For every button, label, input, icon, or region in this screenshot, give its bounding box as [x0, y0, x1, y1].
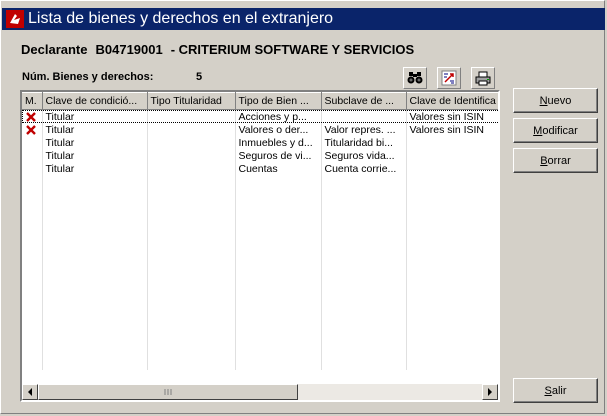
table-cell: Seguros de vi...	[235, 149, 322, 162]
table-row[interactable]: Titular Inmuebles y d... Titularidad bi.…	[22, 136, 498, 149]
modificar-accesskey: M	[533, 124, 543, 137]
table-cell: Titular	[42, 123, 148, 136]
table-cell: Valores sin ISIN	[406, 109, 498, 123]
table-cell: Acciones y p...	[235, 109, 322, 123]
scroll-right-button[interactable]	[482, 384, 498, 400]
modificar-label: odificar	[542, 124, 578, 137]
scroll-thumb[interactable]	[38, 384, 298, 400]
mark-cell	[22, 109, 43, 123]
search-button[interactable]	[403, 67, 427, 89]
salir-accesskey: S	[544, 384, 552, 397]
scroll-track[interactable]	[38, 384, 482, 400]
assets-table: M. Clave de condició... Tipo Titularidad…	[22, 92, 498, 370]
table-cell: Titular	[42, 162, 148, 175]
borrar-label: orrar	[547, 154, 571, 167]
declarante-code: B04719001	[95, 42, 163, 57]
table-cell	[147, 123, 236, 136]
table-cell	[147, 162, 236, 175]
table-cell: Inmuebles y d...	[235, 136, 322, 149]
print-button[interactable]	[471, 67, 495, 89]
table-cell: Valor repres. ...	[321, 123, 407, 136]
count-label: Núm. Bienes y derechos:	[22, 71, 154, 83]
scroll-left-button[interactable]	[22, 384, 38, 400]
table-cell	[406, 136, 498, 149]
column-header[interactable]: Clave de Identifica	[406, 92, 498, 110]
table-cell	[406, 149, 498, 162]
table-cell	[147, 149, 236, 162]
delete-mark-icon	[26, 124, 36, 135]
table-cell: Valores o der...	[235, 123, 322, 136]
horizontal-scrollbar[interactable]	[22, 384, 498, 400]
table-cell: Cuenta corrie...	[321, 162, 407, 175]
print-icon	[475, 71, 491, 85]
borrar-button[interactable]: Borrar	[513, 148, 598, 173]
nuevo-accesskey: N	[539, 94, 548, 107]
arrow-right-icon	[488, 388, 492, 396]
arrow-left-icon	[28, 388, 32, 396]
mark-cell	[22, 162, 43, 175]
table-cell	[321, 109, 407, 123]
table-cell: Titular	[42, 109, 148, 123]
mark-cell	[22, 136, 43, 149]
salir-label: alir	[551, 384, 567, 397]
declarante-label: Declarante	[21, 42, 88, 57]
assets-list[interactable]: M. Clave de condició... Tipo Titularidad…	[20, 90, 500, 402]
binoculars-icon	[407, 72, 423, 84]
mark-cell	[22, 123, 43, 136]
table-cell: Cuentas	[235, 162, 322, 175]
column-header[interactable]: M.	[22, 92, 43, 110]
borrar-accesskey: B	[540, 154, 548, 167]
delete-mark-icon	[26, 111, 36, 122]
count-value: 5	[196, 71, 203, 83]
table-cell	[147, 136, 236, 149]
declarante-line: Declarante B04719001 - CRITERIUM SOFTWARE …	[21, 42, 414, 57]
window-title: Lista de bienes y derechos en el extranj…	[28, 10, 334, 27]
table-cell: Titularidad bi...	[321, 136, 407, 149]
column-header[interactable]: Subclave de ...	[321, 92, 407, 110]
table-row[interactable]: Titular Valores o der... Valor repres. .…	[22, 123, 498, 136]
declarante-name: - CRITERIUM SOFTWARE Y SERVICIOS	[170, 42, 415, 57]
column-header[interactable]: Clave de condició...	[42, 92, 148, 110]
table-cell: Seguros vida...	[321, 149, 407, 162]
column-header[interactable]: Tipo de Bien ...	[235, 92, 322, 110]
app-logo-icon	[6, 10, 24, 28]
table-cell: Titular	[42, 149, 148, 162]
table-row[interactable]: Titular Acciones y p... Valores sin ISIN	[22, 109, 498, 123]
export-icon	[441, 70, 457, 86]
table-cell: Valores sin ISIN	[406, 123, 498, 136]
column-header[interactable]: Tipo Titularidad	[147, 92, 236, 110]
table-row[interactable]: Titular Cuentas Cuenta corrie...	[22, 162, 498, 175]
salir-button[interactable]: Salir	[513, 378, 598, 403]
table-cell	[406, 162, 498, 175]
table-row[interactable]: Titular Seguros de vi... Seguros vida...	[22, 149, 498, 162]
mark-cell	[22, 149, 43, 162]
nuevo-button[interactable]: Nuevo	[513, 88, 598, 113]
nuevo-label: uevo	[547, 94, 572, 107]
grip-icon	[164, 389, 172, 395]
dialog-window: Lista de bienes y derechos en el extranj…	[0, 0, 605, 414]
table-cell: Titular	[42, 136, 148, 149]
title-bar[interactable]: Lista de bienes y derechos en el extranj…	[2, 8, 605, 30]
header-row: M. Clave de condició... Tipo Titularidad…	[22, 92, 498, 110]
export-button[interactable]	[437, 67, 461, 89]
modificar-button[interactable]: Modificar	[513, 118, 598, 143]
table-cell	[147, 109, 236, 123]
